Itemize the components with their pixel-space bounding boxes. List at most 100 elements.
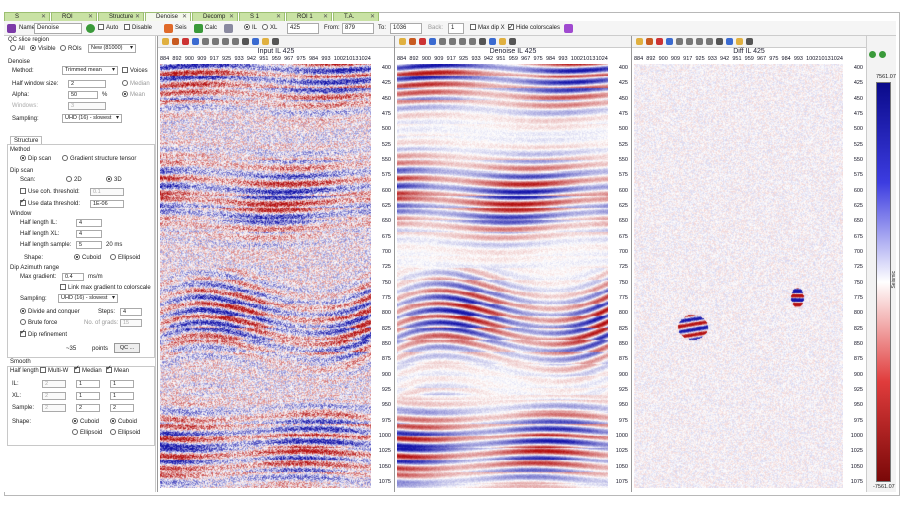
panel-tool-icon[interactable] xyxy=(716,38,723,45)
data-threshold-input[interactable]: 1E-06 xyxy=(90,200,124,208)
shape-ellipsoid-radio[interactable]: Ellipsoid xyxy=(110,254,140,262)
tab-s-1[interactable]: S 1 ✕ xyxy=(239,12,285,21)
multiw-checkbox[interactable]: Multi-W xyxy=(40,367,68,375)
tab-close-icon[interactable]: ✕ xyxy=(88,13,93,21)
median-radio[interactable]: Median xyxy=(122,80,150,88)
tab-close-icon[interactable]: ✕ xyxy=(182,13,187,21)
panel-tool-icon[interactable] xyxy=(479,38,486,45)
xl-radio[interactable]: XL xyxy=(262,23,277,34)
qc-visible-radio[interactable]: Visible xyxy=(30,45,56,53)
tab-roi-1[interactable]: ROI 1 ✕ xyxy=(286,12,332,21)
method-select[interactable]: Trimmed mean xyxy=(62,66,118,75)
gst-radio[interactable]: Gradient structure tensor xyxy=(62,155,136,163)
shape-cuboid-radio[interactable]: Cuboid xyxy=(74,254,101,262)
coh-threshold-input[interactable]: 0.1 xyxy=(90,188,124,196)
sampling-select[interactable]: UHD (16) - slowest xyxy=(62,114,122,123)
smooth-il-col1[interactable]: 2 xyxy=(42,380,66,388)
tab-close-icon[interactable]: ✕ xyxy=(229,13,234,21)
name-input[interactable]: Denoise xyxy=(34,23,82,34)
auto-checkbox[interactable]: Auto xyxy=(98,23,118,34)
seismic-panel-input[interactable]: Input IL 425 884 892 900 909 917 925 933 942 951 9… xyxy=(157,36,394,492)
panel-tool-icon[interactable] xyxy=(449,38,456,45)
tab-close-icon[interactable]: ✕ xyxy=(323,13,328,21)
scan-2d-radio[interactable]: 2D xyxy=(66,176,82,184)
panel-tool-icon[interactable] xyxy=(272,38,279,45)
qc-rois-radio[interactable]: ROIs xyxy=(60,45,82,53)
il-value-input[interactable]: 425 xyxy=(287,23,319,34)
back-input[interactable]: 1 xyxy=(448,23,464,34)
panel-tool-icon[interactable] xyxy=(409,38,416,45)
panel-tool-icon[interactable] xyxy=(509,38,516,45)
colorbar-gradient[interactable] xyxy=(876,82,891,482)
calc-icon[interactable] xyxy=(194,24,203,33)
seismic-canvas-diff[interactable] xyxy=(634,64,843,488)
mean-radio[interactable]: Mean xyxy=(122,91,145,99)
panel-tool-icon[interactable] xyxy=(262,38,269,45)
panel-tool-icon[interactable] xyxy=(172,38,179,45)
panel-tool-icon[interactable] xyxy=(429,38,436,45)
panel-tool-icon[interactable] xyxy=(646,38,653,45)
max-gradient-input[interactable]: 0.4 xyxy=(62,273,84,281)
smooth-xl-col3[interactable]: 1 xyxy=(110,392,134,400)
scan-3d-radio[interactable]: 3D xyxy=(106,176,122,184)
panel-tool-icon[interactable] xyxy=(696,38,703,45)
qc-button[interactable]: QC ... xyxy=(114,343,140,353)
smooth-cuboid3-radio[interactable]: Cuboid xyxy=(110,418,137,426)
link-gradient-checkbox[interactable]: Link max gradient to colorscale xyxy=(60,284,151,292)
smooth-xl-col2[interactable]: 1 xyxy=(76,392,100,400)
half-window-input[interactable]: 2 xyxy=(68,80,106,88)
refresh-icon[interactable] xyxy=(86,24,95,33)
panel-tool-icon[interactable] xyxy=(459,38,466,45)
scissors-icon[interactable] xyxy=(224,24,233,33)
seismic-panel-diff[interactable]: Diff IL 425 884 892 900 909 917 925 933 942 951 95… xyxy=(631,36,866,492)
panel-tool-icon[interactable] xyxy=(182,38,189,45)
panel-tool-icon[interactable] xyxy=(212,38,219,45)
seismic-canvas-input[interactable] xyxy=(160,64,371,488)
smooth-ellipsoid2-radio[interactable]: Ellipsoid xyxy=(72,429,102,437)
panel-tool-icon[interactable] xyxy=(726,38,733,45)
tab-denoise[interactable]: Denoise ✕ xyxy=(145,12,191,21)
smooth-sample-col2[interactable]: 2 xyxy=(76,404,100,412)
divide-conquer-radio[interactable]: Divide and conquer xyxy=(20,308,80,316)
panel-tool-icon[interactable] xyxy=(202,38,209,45)
tab-decomp[interactable]: Decomp ✕ xyxy=(192,12,238,21)
panel-tool-icon[interactable] xyxy=(636,38,643,45)
panel-tool-icon[interactable] xyxy=(686,38,693,45)
smooth-sample-col3[interactable]: 2 xyxy=(110,404,134,412)
tab-structure[interactable]: Structure ✕ xyxy=(98,12,144,21)
voices-checkbox[interactable]: Voices xyxy=(122,67,148,75)
sampling2-select[interactable]: UHD (16) - slowest xyxy=(58,294,118,303)
panel-tool-icon[interactable] xyxy=(419,38,426,45)
tab-close-icon[interactable]: ✕ xyxy=(135,13,140,21)
panel-tool-icon[interactable] xyxy=(252,38,259,45)
forward-arrow-icon[interactable] xyxy=(879,51,886,58)
median2-checkbox[interactable]: Median xyxy=(74,365,102,375)
dip-refinement-checkbox[interactable]: Dip refinement xyxy=(20,329,67,339)
max-dip-checkbox[interactable]: Max dip X xyxy=(470,23,505,34)
panel-tool-icon[interactable] xyxy=(736,38,743,45)
panel-tool-icon[interactable] xyxy=(676,38,683,45)
seismic-panel-denoise[interactable]: Denoise IL 425 884 892 900 909 917 925 933 942 95… xyxy=(394,36,631,492)
hide-colorscales-checkbox[interactable]: Hide colorscales xyxy=(508,22,560,34)
smooth-xl-col1[interactable]: 2 xyxy=(42,392,66,400)
panel-tool-icon[interactable] xyxy=(192,38,199,45)
panel-tool-icon[interactable] xyxy=(746,38,753,45)
panel-tool-icon[interactable] xyxy=(469,38,476,45)
data-threshold-checkbox[interactable]: Use data threshold: xyxy=(20,198,80,208)
tab-roi[interactable]: ROI ✕ xyxy=(51,12,97,21)
disable-checkbox[interactable]: Disable xyxy=(124,23,152,34)
panel-tool-icon[interactable] xyxy=(232,38,239,45)
panel-tool-icon[interactable] xyxy=(162,38,169,45)
tab-s[interactable]: S ✕ xyxy=(4,12,50,21)
smooth-il-col3[interactable]: 1 xyxy=(110,380,134,388)
smooth-ellipsoid3-radio[interactable]: Ellipsoid xyxy=(110,429,140,437)
seis-icon[interactable] xyxy=(164,24,173,33)
half-il-input[interactable]: 4 xyxy=(76,219,102,227)
qc-roi-select[interactable]: New (81000) xyxy=(88,44,136,53)
il-radio[interactable]: IL xyxy=(244,23,257,34)
mean2-checkbox[interactable]: Mean xyxy=(106,365,129,375)
smooth-il-col2[interactable]: 1 xyxy=(76,380,100,388)
tab-t-a-[interactable]: T.A. ✕ xyxy=(333,12,379,21)
tab-close-icon[interactable]: ✕ xyxy=(276,13,281,21)
panel-tool-icon[interactable] xyxy=(666,38,673,45)
